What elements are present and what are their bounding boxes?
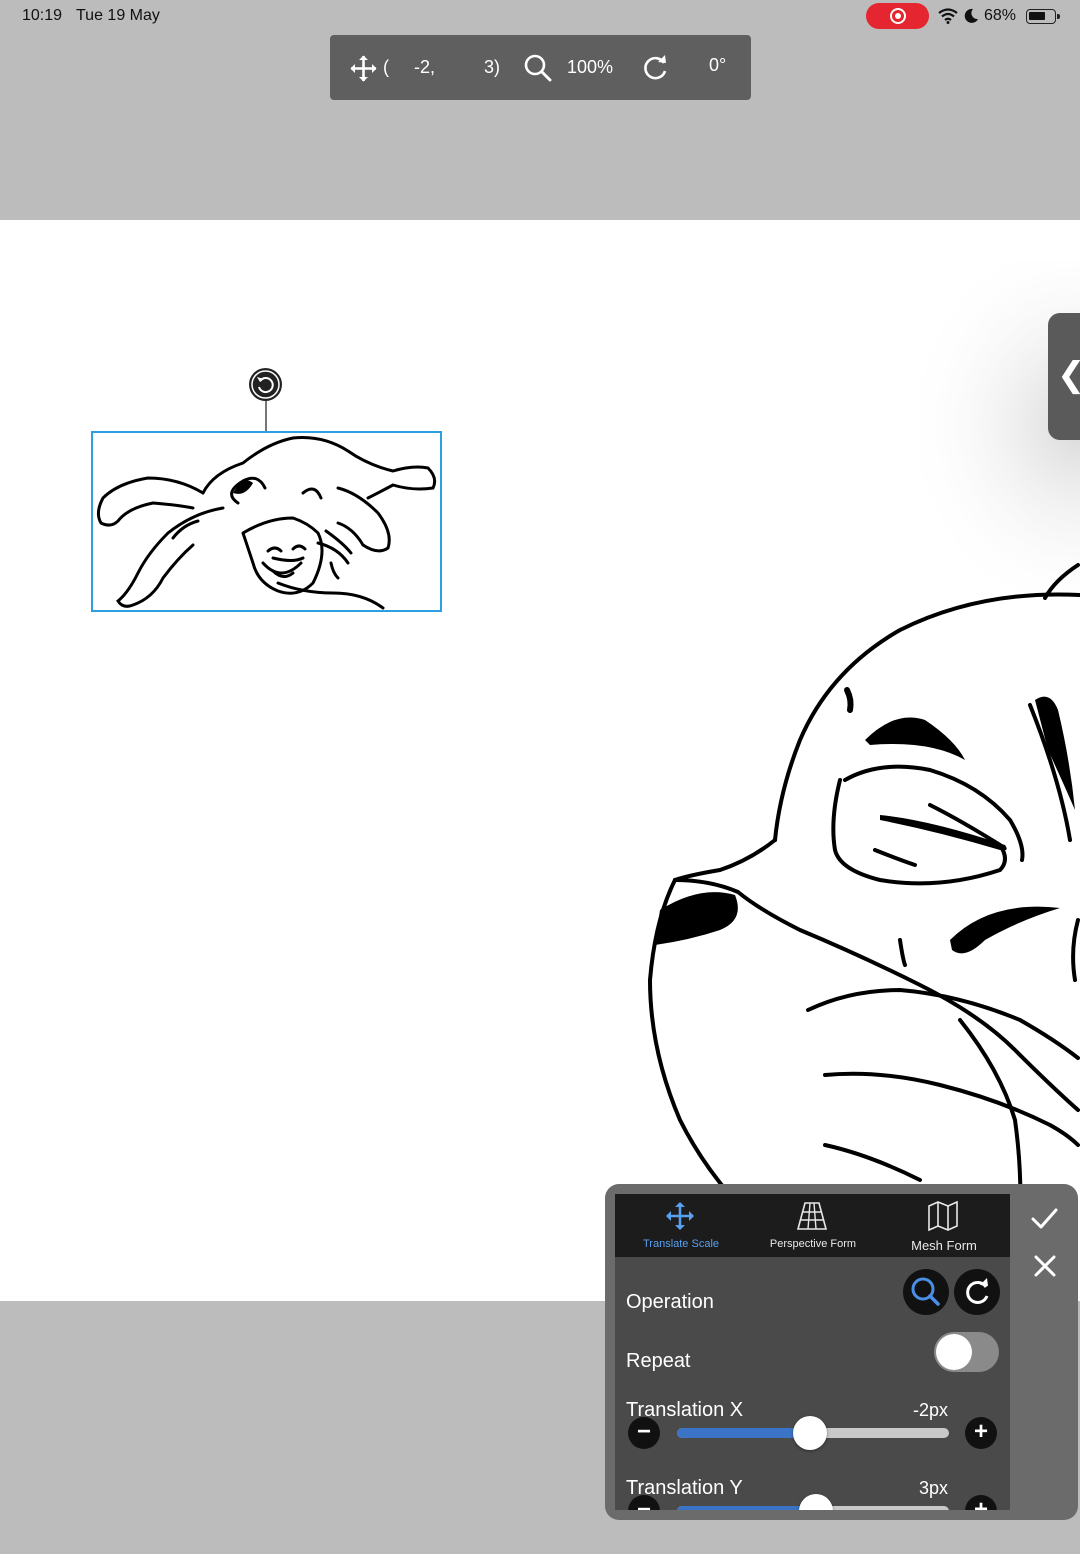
chevron-left-icon: ❮ [1057,355,1080,395]
tab-label: Perspective Form [769,1238,857,1250]
tab-label: Translate Scale [642,1238,720,1250]
perspective-grid-icon [796,1202,828,1230]
zoom-operation-button[interactable] [903,1269,949,1315]
move-icon [666,1202,694,1230]
transform-info-bar: ( -2, 3) 100% 0° [330,35,751,100]
info-x-value: -2, [414,57,436,77]
translation-y-slider-thumb[interactable] [799,1494,833,1510]
status-bar: 10:19 Tue 19 May 68% [0,0,1080,34]
tab-perspective-form[interactable]: Perspective Form [747,1194,879,1257]
screen-record-icon[interactable] [866,3,929,29]
info-angle-value: 0° [709,55,727,75]
checkmark-icon [1031,1208,1058,1229]
rotate-icon [251,370,280,399]
battery-fill [1029,12,1045,20]
repeat-toggle[interactable] [934,1332,999,1372]
battery-percent: 68% [984,7,1017,24]
status-icons: 68% [938,6,1068,28]
confirm-button[interactable] [1026,1200,1062,1236]
status-time: 10:19 [22,7,63,24]
transform-settings: Translate Scale Perspective Form Mesh Fo… [615,1194,1010,1510]
toggle-knob [936,1334,972,1370]
battery-icon [1026,9,1060,24]
translation-x-decrement-button[interactable]: − [628,1417,660,1449]
move-icon [350,55,377,82]
rotate-icon [966,1278,989,1304]
zoom-icon [524,54,552,82]
translation-y-value: 3px [918,1478,948,1498]
rotate-icon [644,55,667,80]
translation-x-value: -2px [912,1400,948,1420]
rotate-handle[interactable] [249,368,282,401]
moon-icon [964,8,978,23]
drawing-canvas[interactable] [0,220,1080,1301]
selection-bounding-box[interactable] [91,431,442,612]
translation-x-slider-thumb[interactable] [793,1416,827,1450]
rotate-handle-line [265,400,267,432]
info-open-paren: ( [383,57,389,77]
info-y-value: 3) [484,57,501,77]
operation-label: Operation [626,1291,714,1313]
translation-y-slider[interactable] [677,1494,949,1510]
status-date: Tue 19 May [76,7,160,24]
side-panel-toggle[interactable]: ❮ [1048,313,1080,440]
wifi-icon [938,8,958,24]
tab-label: Mesh Form [911,1238,977,1253]
transform-panel: Translate Scale Perspective Form Mesh Fo… [605,1184,1078,1520]
selected-artwork-thumbnail [96,436,437,610]
zoom-icon [911,1277,940,1306]
close-icon [1034,1255,1056,1277]
translation-x-increment-button[interactable]: + [965,1417,997,1449]
translation-x-slider[interactable] [677,1416,949,1450]
tab-translate-scale[interactable]: Translate Scale [615,1194,747,1257]
tab-mesh-form[interactable]: Mesh Form [878,1194,1010,1257]
canvas-artwork [647,260,1080,1222]
rotate-operation-button[interactable] [954,1269,1000,1315]
transform-mode-tabs: Translate Scale Perspective Form Mesh Fo… [615,1194,1010,1257]
repeat-label: Repeat [626,1350,691,1372]
translation-y-increment-button[interactable]: + [965,1495,997,1510]
info-zoom-value: 100% [567,57,614,77]
translation-x-slider-fill [677,1428,810,1438]
mesh-map-icon [928,1200,958,1232]
translation-y-slider-fill [677,1506,816,1510]
cancel-button[interactable] [1027,1248,1063,1284]
